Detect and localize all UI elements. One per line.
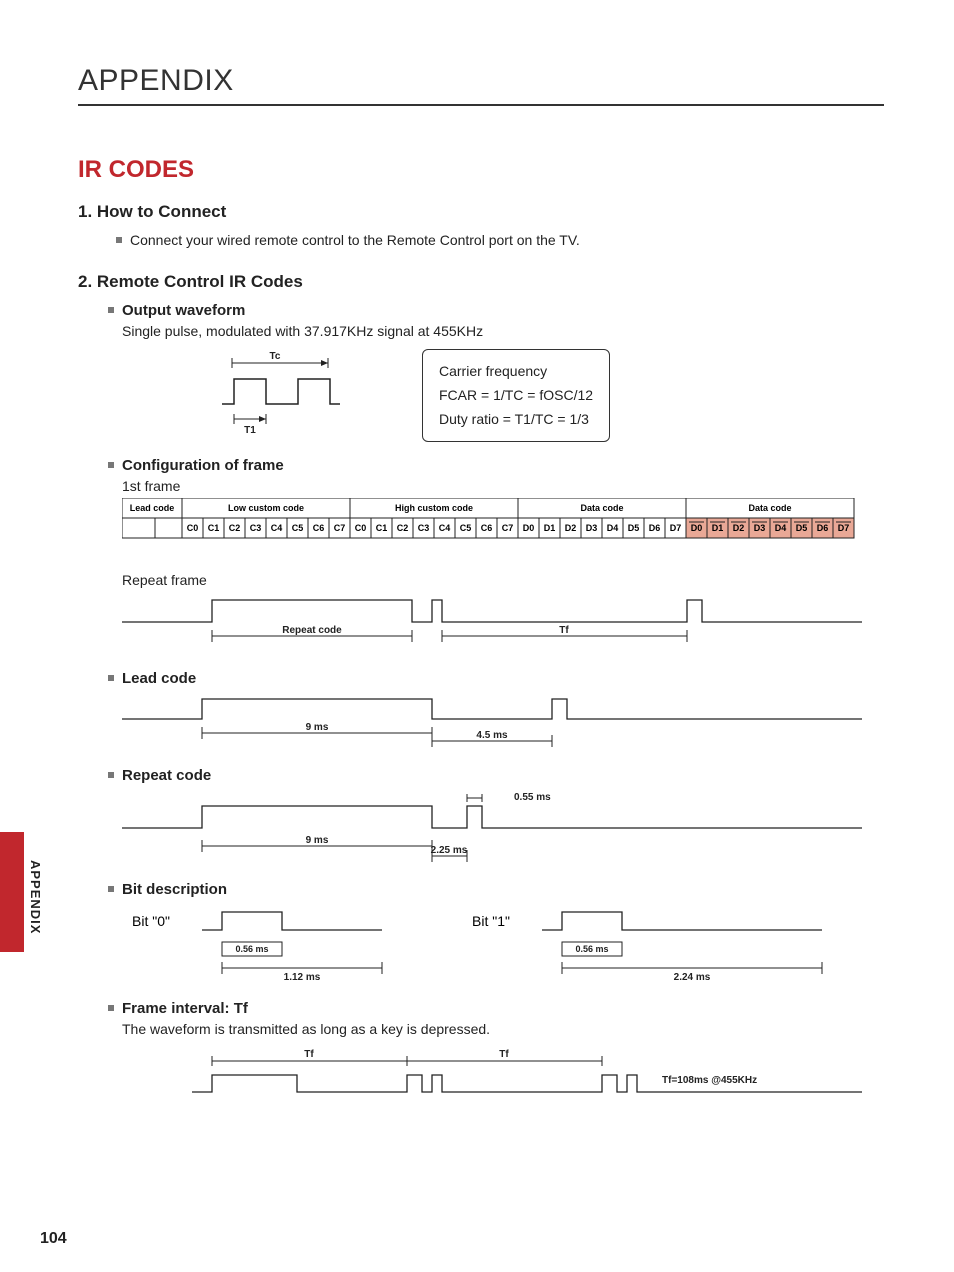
- svg-text:0.55 ms: 0.55 ms: [514, 792, 551, 803]
- page-number: 104: [40, 1230, 67, 1248]
- svg-text:D7: D7: [670, 523, 682, 533]
- svg-text:D1: D1: [544, 523, 556, 533]
- svg-text:1.12 ms: 1.12 ms: [284, 972, 321, 982]
- svg-text:2.24 ms: 2.24 ms: [674, 972, 711, 982]
- lead-code-row: Lead code: [108, 670, 884, 687]
- svg-text:9 ms: 9 ms: [306, 835, 329, 846]
- svg-text:D0: D0: [691, 523, 703, 533]
- svg-text:Lead code: Lead code: [130, 503, 175, 513]
- svg-text:Low custom code: Low custom code: [228, 503, 304, 513]
- subsection-1-head: 1. How to Connect: [78, 202, 884, 222]
- svg-text:0.56 ms: 0.56 ms: [235, 944, 268, 954]
- svg-text:C0: C0: [355, 523, 367, 533]
- svg-text:D4: D4: [607, 523, 619, 533]
- bit-desc-row: Bit description: [108, 881, 884, 898]
- repeat-code-diagram: 0.55 ms 9 ms 2.25 ms: [122, 788, 884, 863]
- svg-text:C1: C1: [376, 523, 388, 533]
- frame-interval-desc: The waveform is transmitted as long as a…: [122, 1021, 884, 1037]
- svg-text:Data code: Data code: [580, 503, 623, 513]
- svg-text:Bit "0": Bit "0": [132, 913, 170, 929]
- subsection-2-head: 2. Remote Control IR Codes: [78, 272, 884, 292]
- carrier-line3: Duty ratio = T1/TC = 1/3: [439, 408, 593, 432]
- svg-text:D5: D5: [796, 523, 808, 533]
- svg-text:D0: D0: [523, 523, 535, 533]
- svg-text:C4: C4: [439, 523, 451, 533]
- output-waveform-row: Output waveform: [108, 302, 884, 319]
- svg-text:D2: D2: [733, 523, 745, 533]
- repeat-code-label: Repeat code: [122, 767, 211, 784]
- config-frame-label: Configuration of frame: [122, 457, 284, 474]
- svg-text:Tf=108ms @455KHz: Tf=108ms @455KHz: [662, 1075, 757, 1086]
- svg-text:0.56 ms: 0.56 ms: [575, 944, 608, 954]
- svg-text:C7: C7: [502, 523, 514, 533]
- svg-text:C4: C4: [271, 523, 283, 533]
- bullet-icon: [108, 675, 114, 681]
- svg-text:C3: C3: [418, 523, 430, 533]
- svg-text:D2: D2: [565, 523, 577, 533]
- svg-text:4.5 ms: 4.5 ms: [476, 730, 508, 741]
- connect-text: Connect your wired remote control to the…: [130, 232, 580, 248]
- bullet-icon: [108, 886, 114, 892]
- svg-text:C5: C5: [460, 523, 472, 533]
- bit-desc-label: Bit description: [122, 881, 227, 898]
- svg-text:C6: C6: [313, 523, 325, 533]
- repeat-frame-label: Repeat frame: [122, 572, 884, 588]
- tc-label: Tc: [270, 351, 281, 362]
- frame-interval-row: Frame interval: Tf: [108, 1000, 884, 1017]
- bit-desc-diagram: Bit "0" 0.56 ms 1.12 ms Bit "1" 0.56 ms …: [122, 902, 884, 982]
- svg-text:C0: C0: [187, 523, 199, 533]
- svg-text:D7: D7: [838, 523, 850, 533]
- frame-interval-label: Frame interval: Tf: [122, 1000, 248, 1017]
- svg-text:C3: C3: [250, 523, 262, 533]
- output-waveform-desc: Single pulse, modulated with 37.917KHz s…: [122, 323, 884, 339]
- first-frame-label: 1st frame: [122, 478, 884, 494]
- sidebar-tab: [0, 832, 24, 952]
- svg-text:C6: C6: [481, 523, 493, 533]
- svg-text:D1: D1: [712, 523, 724, 533]
- carrier-line2: FCAR = 1/TC = fOSC/12: [439, 384, 593, 408]
- svg-text:C5: C5: [292, 523, 304, 533]
- carrier-box: Carrier frequency FCAR = 1/TC = fOSC/12 …: [422, 349, 610, 442]
- svg-text:D3: D3: [586, 523, 598, 533]
- svg-text:C2: C2: [397, 523, 409, 533]
- svg-text:Repeat code: Repeat code: [282, 625, 342, 636]
- svg-text:D4: D4: [775, 523, 787, 533]
- svg-text:Tf: Tf: [559, 625, 569, 636]
- svg-text:Bit "1": Bit "1": [472, 913, 510, 929]
- repeat-code-row: Repeat code: [108, 767, 884, 784]
- svg-text:C1: C1: [208, 523, 220, 533]
- subsection-1-body: Connect your wired remote control to the…: [116, 232, 884, 248]
- svg-text:D5: D5: [628, 523, 640, 533]
- frame-interval-diagram: Tf Tf Tf=108ms @455KHz: [122, 1047, 884, 1102]
- bullet-icon: [108, 1005, 114, 1011]
- repeat-frame-diagram: Repeat code Tf: [122, 592, 884, 652]
- svg-text:High custom code: High custom code: [395, 503, 473, 513]
- carrier-line1: Carrier frequency: [439, 360, 593, 384]
- svg-text:D6: D6: [817, 523, 829, 533]
- t1-label: T1: [244, 425, 256, 436]
- bullet-icon: [108, 772, 114, 778]
- section-heading: IR CODES: [78, 156, 884, 184]
- lead-code-label: Lead code: [122, 670, 196, 687]
- output-waveform-label: Output waveform: [122, 302, 245, 319]
- svg-text:C2: C2: [229, 523, 241, 533]
- page-title: APPENDIX: [78, 64, 884, 106]
- svg-text:Tf: Tf: [304, 1049, 314, 1060]
- lead-code-diagram: 9 ms 4.5 ms: [122, 691, 884, 749]
- svg-text:C7: C7: [334, 523, 346, 533]
- sidebar-label: APPENDIX: [28, 860, 43, 934]
- tc-diagram: Tc T1 Carrier frequency FCAR = 1/TC = fO…: [122, 349, 884, 439]
- bullet-icon: [116, 237, 122, 243]
- svg-text:Data code: Data code: [748, 503, 791, 513]
- frame-table: Lead code Low custom code High custom code…: [122, 498, 884, 554]
- bullet-icon: [108, 307, 114, 313]
- svg-text:9 ms: 9 ms: [306, 722, 329, 733]
- config-frame-row: Configuration of frame: [108, 457, 884, 474]
- bullet-icon: [108, 462, 114, 468]
- svg-text:Tf: Tf: [499, 1049, 509, 1060]
- svg-text:D6: D6: [649, 523, 661, 533]
- svg-text:2.25 ms: 2.25 ms: [431, 845, 468, 856]
- svg-text:D3: D3: [754, 523, 766, 533]
